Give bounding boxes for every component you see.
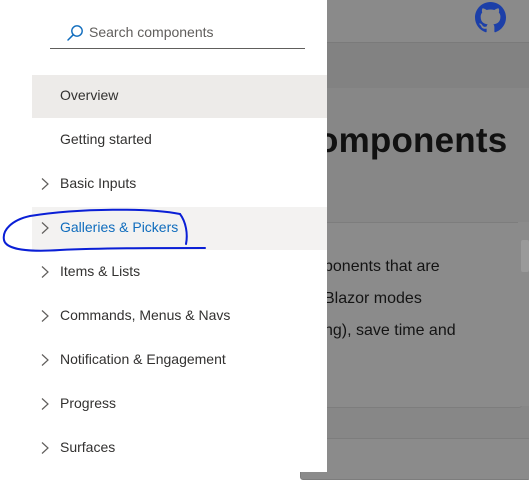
nav-item-label: Progress: [60, 395, 117, 411]
nav-item-label: Items & Lists: [60, 263, 141, 279]
nav-item-getting-started[interactable]: Getting started: [32, 119, 327, 162]
nav-item-label: Getting started: [60, 131, 152, 147]
chevron-right-icon[interactable]: [39, 353, 51, 367]
background-card-tab: [521, 240, 529, 272]
background-card: [300, 438, 529, 480]
nav-panel: Overview Getting started Basic Inputs Ga…: [0, 0, 327, 472]
nav-item-items-lists[interactable]: Items & Lists: [32, 251, 327, 294]
chevron-right-icon[interactable]: [39, 397, 51, 411]
nav-item-label: Notification & Engagement: [60, 351, 226, 367]
chevron-right-icon[interactable]: [39, 177, 51, 191]
search-icon: [67, 25, 83, 41]
nav-item-progress[interactable]: Progress: [32, 383, 327, 426]
nav-item-overview[interactable]: Overview: [32, 75, 327, 118]
background-card: [300, 222, 522, 408]
chevron-right-icon[interactable]: [39, 309, 51, 323]
search-input[interactable]: [89, 21, 299, 43]
background-text-line: ng), save time and: [324, 322, 456, 339]
nav-item-notification-engagement[interactable]: Notification & Engagement: [32, 339, 327, 382]
nav-item-label: Surfaces: [60, 439, 116, 455]
chevron-right-icon[interactable]: [39, 221, 51, 235]
search-box[interactable]: [50, 16, 305, 49]
nav-item-label: Commands, Menus & Navs: [60, 307, 231, 323]
chevron-right-icon[interactable]: [39, 265, 51, 279]
nav-item-label: Basic Inputs: [60, 175, 137, 191]
nav-item-basic-inputs[interactable]: Basic Inputs: [32, 163, 327, 206]
background-text-line: ponents that are: [324, 258, 440, 275]
nav-item-label: Overview: [60, 87, 119, 103]
chevron-right-icon[interactable]: [39, 441, 51, 455]
nav-item-surfaces[interactable]: Surfaces: [32, 427, 327, 470]
nav-item-galleries-pickers[interactable]: Galleries & Pickers: [32, 207, 327, 250]
github-icon[interactable]: [475, 2, 506, 33]
nav-item-label: Galleries & Pickers: [60, 219, 179, 235]
background-page-title: omponents: [317, 121, 508, 160]
background-text-line: Blazor modes: [324, 290, 422, 307]
nav-item-commands-menus-navs[interactable]: Commands, Menus & Navs: [32, 295, 327, 338]
